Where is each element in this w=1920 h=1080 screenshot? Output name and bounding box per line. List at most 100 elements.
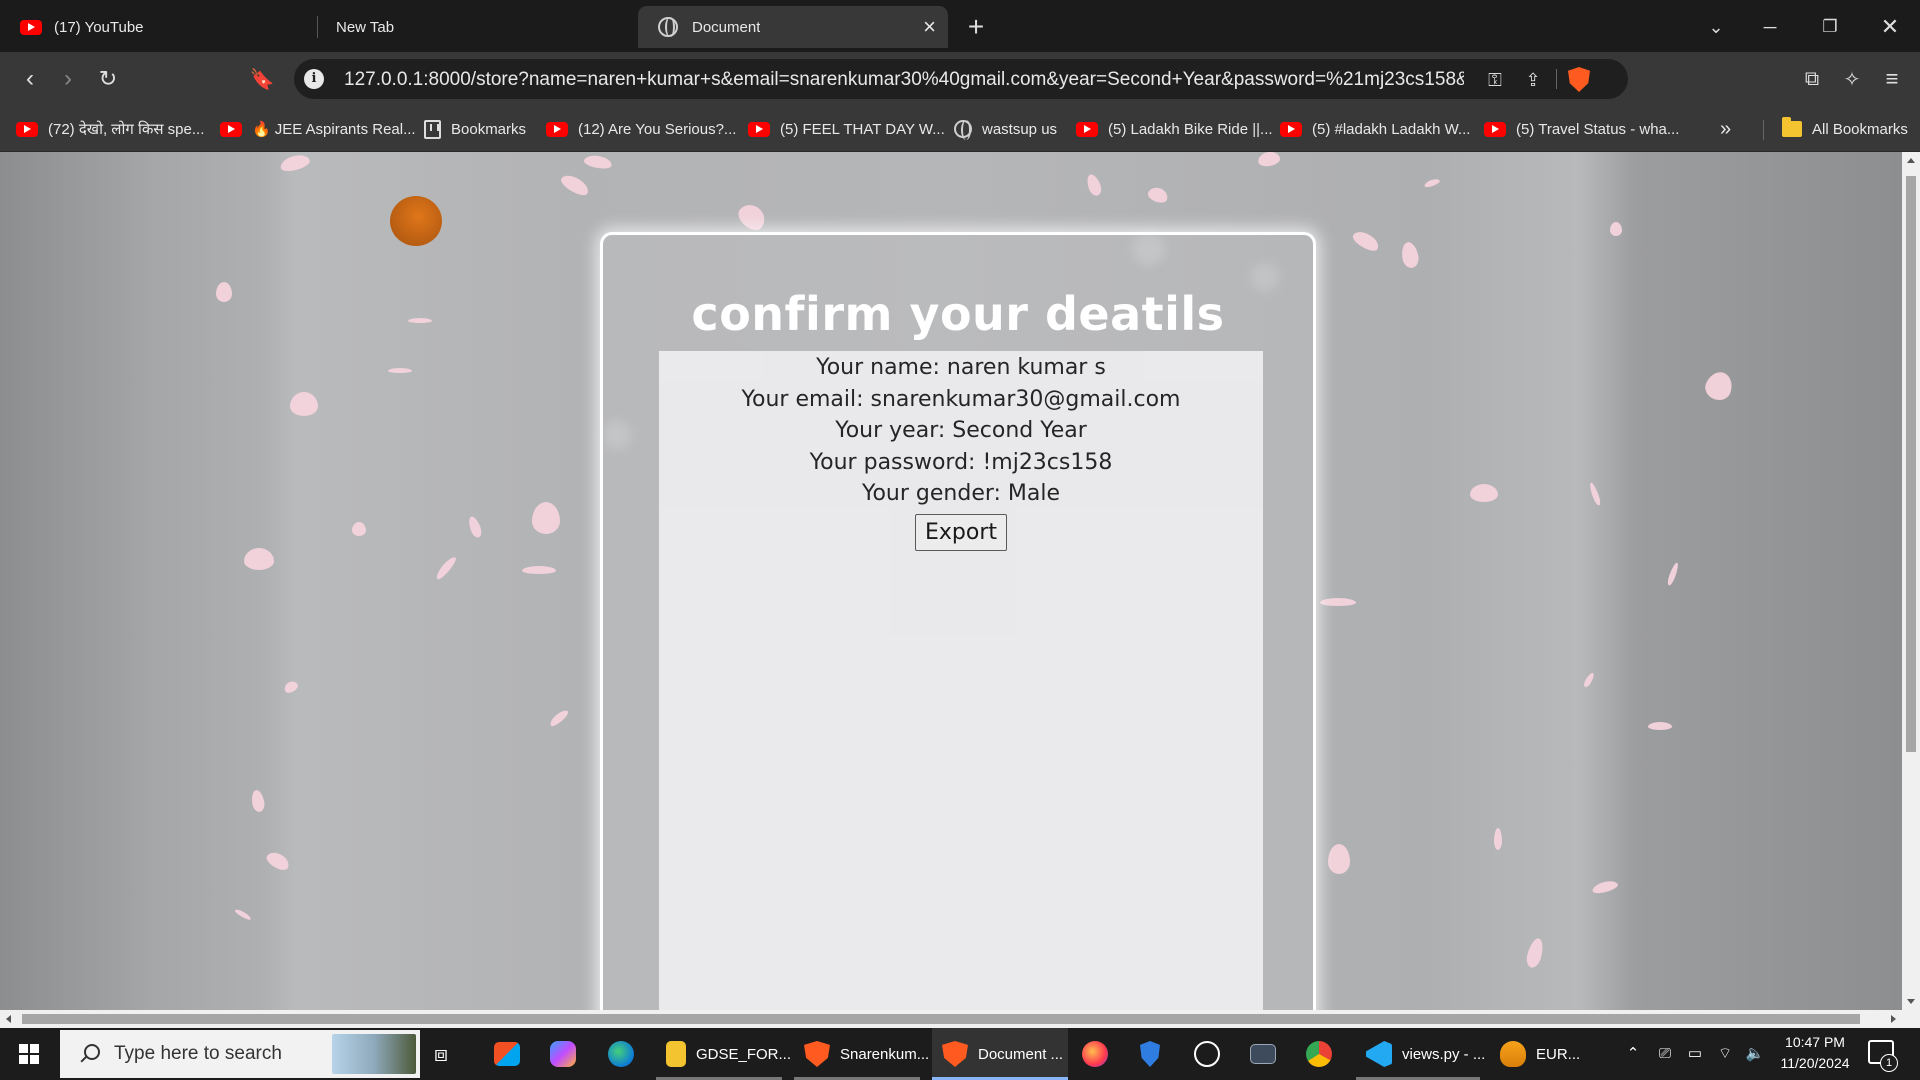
petal-decoration [466, 514, 484, 540]
back-icon[interactable]: ‹ [12, 61, 48, 97]
petal-decoration [433, 554, 459, 582]
forward-icon[interactable]: › [50, 61, 86, 97]
bookmark-label: (5) Ladakh Bike Ride ||... [1108, 120, 1273, 138]
tab-new-tab[interactable]: New Tab [316, 6, 616, 48]
scroll-down-icon[interactable] [1907, 999, 1915, 1004]
tab-search-icon[interactable]: ⌄ [1698, 10, 1734, 44]
url-text[interactable]: 127.0.0.1:8000/store?name=naren+kumar+s&… [344, 69, 1464, 91]
bookmark-item[interactable]: wastsup us [954, 116, 1057, 142]
volume-icon[interactable]: 🔈 [1744, 1042, 1766, 1064]
petal-decoration [1328, 844, 1350, 874]
firefox-app[interactable] [1082, 1028, 1118, 1080]
vertical-scrollbar[interactable] [1902, 152, 1920, 1010]
bookmark-item[interactable]: (12) Are You Serious?... [546, 116, 736, 142]
task-view-button[interactable]: ⧈ [434, 1028, 448, 1080]
taskbar-app-label: views.py - ... [1402, 1045, 1486, 1063]
tab-document[interactable]: Document × [638, 6, 948, 48]
taskbar-search[interactable]: Type here to search [60, 1030, 420, 1078]
youtube-icon [1076, 121, 1098, 137]
key-icon[interactable]: ⚿ [1482, 67, 1508, 93]
defender-app[interactable] [1140, 1028, 1170, 1080]
horizontal-scroll-thumb[interactable] [22, 1014, 1860, 1024]
bookmark-item[interactable]: (72) देखो, लोग किस spe... [16, 116, 204, 142]
petal-decoration [264, 848, 292, 874]
system-clock[interactable]: 10:47 PM 11/20/2024 [1770, 1032, 1860, 1074]
youtube-icon [16, 121, 38, 137]
all-bookmarks-button[interactable]: All Bookmarks [1782, 116, 1908, 142]
tab-youtube[interactable]: (17) YouTube [0, 6, 310, 48]
taskbar-app-vscode[interactable]: views.py - ... [1356, 1028, 1485, 1080]
wifi-icon[interactable]: ⌔ [1714, 1042, 1736, 1064]
edge-app[interactable] [608, 1028, 644, 1080]
petal-decoration [1701, 368, 1737, 404]
address-bar[interactable]: i 127.0.0.1:8000/store?name=naren+kumar+… [294, 59, 1628, 99]
taskbar-app-label: GDSE_FOR... [696, 1045, 792, 1063]
minimize-button[interactable]: ─ [1752, 10, 1788, 44]
store-icon [494, 1042, 520, 1066]
brave-icon [804, 1041, 830, 1067]
petal-decoration [1494, 828, 1502, 850]
scroll-left-icon[interactable] [6, 1015, 11, 1023]
close-window-button[interactable]: ✕ [1872, 10, 1908, 44]
tab-strip: (17) YouTube New Tab Document × + ⌄ ─ ❐ … [0, 0, 1920, 52]
bookmark-label: (12) Are You Serious?... [578, 120, 737, 138]
youtube-icon [546, 121, 568, 137]
export-button[interactable]: Export [914, 513, 1007, 551]
bookmark-item[interactable]: (5) Travel Status - wha... [1484, 116, 1679, 142]
whatsapp-app[interactable] [1194, 1028, 1230, 1080]
store-app[interactable] [494, 1028, 530, 1080]
fire-icon: 🔥 [252, 121, 271, 138]
start-button[interactable] [0, 1028, 58, 1080]
menu-icon[interactable]: ≡ [1874, 61, 1910, 97]
scroll-up-icon[interactable] [1907, 158, 1915, 163]
clock-time: 10:47 PM [1785, 1034, 1845, 1050]
detail-year: Your year: Second Year [835, 418, 1087, 443]
bookmark-item[interactable]: (5) #ladakh Ladakh W... [1280, 116, 1470, 142]
share-icon[interactable]: ⇪ [1520, 67, 1546, 93]
new-tab-button[interactable]: + [958, 10, 994, 44]
petal-decoration [1648, 722, 1672, 730]
detail-name: Your name: naren kumar s [816, 355, 1106, 380]
petal-decoration [216, 282, 232, 302]
mysql-app[interactable] [1250, 1028, 1286, 1080]
leo-ai-icon[interactable]: ✧ [1834, 61, 1870, 97]
meet-now-icon[interactable]: ⎚ [1654, 1042, 1676, 1064]
bookmark-item[interactable]: 🔥 JEE Aspirants Real... [220, 116, 416, 142]
whatsapp-icon [1194, 1041, 1220, 1067]
windows-icon [19, 1044, 39, 1064]
chevron-up-icon[interactable]: ⌃ [1622, 1042, 1644, 1064]
bookmark-label: (5) Travel Status - wha... [1516, 120, 1680, 138]
vertical-scroll-thumb[interactable] [1906, 176, 1916, 752]
scroll-right-icon[interactable] [1891, 1015, 1896, 1023]
page-heading: confirm your deatils [691, 287, 1225, 341]
extensions-icon[interactable]: ⧉ [1794, 61, 1830, 97]
petal-decoration [278, 152, 312, 174]
petal-decoration [734, 199, 770, 235]
battery-icon[interactable]: ▭ [1684, 1042, 1706, 1064]
taskbar-app-brave-2[interactable]: Document ... [932, 1028, 1068, 1080]
horizontal-scrollbar[interactable] [0, 1010, 1920, 1028]
petal-decoration [1588, 481, 1602, 507]
site-info-icon[interactable]: i [304, 69, 324, 89]
youtube-icon [20, 19, 42, 35]
close-tab-icon[interactable]: × [923, 14, 936, 40]
restore-button[interactable]: ❐ [1812, 10, 1848, 44]
copilot-app[interactable] [550, 1028, 586, 1080]
more-bookmarks-icon[interactable]: » [1720, 116, 1731, 142]
chrome-app[interactable] [1306, 1028, 1342, 1080]
page-viewport: confirm your deatils Your name: naren ku… [0, 152, 1902, 1010]
reload-icon[interactable]: ↻ [90, 61, 126, 97]
task-view-icon: ⧈ [434, 1041, 448, 1066]
brave-shield-icon[interactable] [1568, 67, 1590, 92]
taskbar-app-currency[interactable]: EUR... [1500, 1028, 1600, 1080]
taskbar-app-explorer[interactable]: GDSE_FOR... [656, 1028, 791, 1080]
bookmark-item[interactable]: (5) FEEL THAT DAY W... [748, 116, 945, 142]
petal-decoration [583, 153, 613, 171]
bookmark-item[interactable]: Bookmarks [424, 116, 526, 142]
bookmark-item[interactable]: (5) Ladakh Bike Ride ||... [1076, 116, 1273, 142]
petal-decoration [1591, 878, 1619, 896]
taskbar-app-brave-1[interactable]: Snarenkum... [794, 1028, 929, 1080]
detail-email: Your email: snarenkumar30@gmail.com [741, 386, 1181, 412]
bookmark-icon[interactable]: 🔖 [244, 61, 280, 97]
bookmark-label: wastsup us [982, 120, 1058, 138]
